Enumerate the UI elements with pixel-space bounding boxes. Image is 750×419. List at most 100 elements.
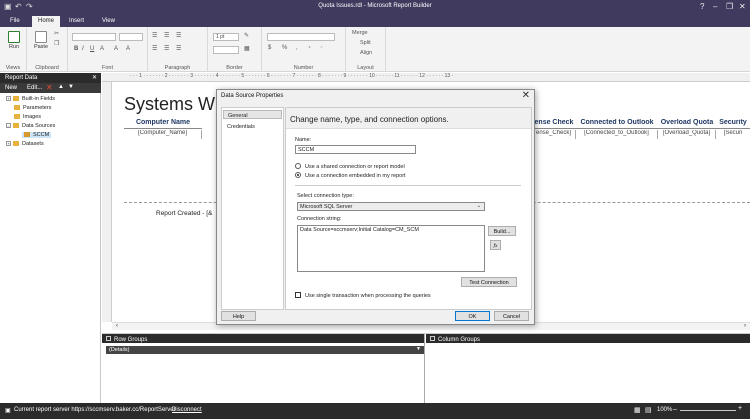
- font-color-icon[interactable]: A: [100, 46, 104, 52]
- align-center-icon[interactable]: ☰: [164, 32, 169, 39]
- tree-item-sccm[interactable]: SCCM: [22, 132, 52, 138]
- disconnect-link[interactable]: Disconnect: [172, 407, 202, 413]
- font-size-select[interactable]: [119, 33, 143, 41]
- header-computer-name[interactable]: Computer Name: [124, 119, 202, 129]
- italic-icon[interactable]: I: [82, 46, 84, 52]
- tree-item-data-sources[interactable]: – Data Sources: [6, 123, 55, 129]
- tree-item-built-in-fields[interactable]: + Built-in Fields: [6, 96, 55, 102]
- test-connection-button[interactable]: Test Connection: [461, 277, 517, 287]
- zoom-out-icon[interactable]: –: [673, 406, 677, 413]
- underline-icon[interactable]: U: [90, 46, 94, 52]
- run-label: Run: [8, 44, 20, 50]
- pen-icon[interactable]: ✎: [244, 32, 249, 39]
- help-button[interactable]: ?: [700, 2, 704, 11]
- run-icon: [8, 31, 20, 43]
- dialog-close-icon[interactable]: ✕: [522, 90, 530, 101]
- connection-string-label: Connection string:: [297, 216, 342, 222]
- chevron-down-icon[interactable]: ⌄: [477, 203, 481, 209]
- new-button[interactable]: New: [5, 85, 17, 91]
- radio-shared-connection[interactable]: Use a shared connection or report model: [295, 163, 405, 170]
- cell-security[interactable]: [Securi: [716, 130, 750, 139]
- single-transaction-checkbox[interactable]: Use single transaction when processing t…: [295, 292, 431, 299]
- delete-icon[interactable]: ✕: [46, 83, 53, 92]
- move-down-icon[interactable]: ▼: [68, 84, 74, 90]
- checkbox-icon[interactable]: [295, 292, 301, 298]
- cell-computer-name[interactable]: [Computer_Name]: [124, 130, 202, 139]
- edit-button[interactable]: Edit...: [27, 85, 42, 91]
- row-group-details[interactable]: (Details) ▼: [106, 346, 424, 354]
- close-pane-icon[interactable]: ✕: [92, 74, 97, 81]
- expand-icon[interactable]: +: [6, 141, 11, 146]
- page-view-icon[interactable]: ▦: [634, 406, 641, 414]
- comma-icon[interactable]: ,: [296, 45, 298, 51]
- maximize-button[interactable]: ❐: [726, 2, 733, 11]
- grow-font-icon[interactable]: A: [114, 46, 118, 52]
- connection-type-select[interactable]: Microsoft SQL Server ⌄: [297, 202, 485, 211]
- borders-icon[interactable]: ▦: [244, 45, 250, 52]
- align-left-icon[interactable]: ☰: [152, 32, 157, 39]
- border-style-select[interactable]: [213, 46, 239, 54]
- minimize-button[interactable]: –: [713, 2, 717, 11]
- build-button[interactable]: Build...: [488, 226, 516, 236]
- align-right-icon[interactable]: ☰: [152, 45, 157, 52]
- increase-decimal-icon[interactable]: ⁺: [308, 45, 311, 52]
- header-license-check[interactable]: ense Check: [532, 119, 576, 129]
- scroll-left-icon[interactable]: ‹: [116, 323, 118, 329]
- paste-button[interactable]: Paste: [33, 31, 49, 50]
- justify-icon[interactable]: ☰: [164, 45, 169, 52]
- copy-icon[interactable]: ❐: [54, 40, 59, 47]
- tree-item-datasets[interactable]: + Datasets: [6, 141, 44, 147]
- radio-icon[interactable]: [295, 163, 301, 169]
- scroll-right-icon[interactable]: ›: [744, 323, 746, 329]
- move-up-icon[interactable]: ▲: [58, 84, 64, 90]
- nav-credentials[interactable]: Credentials: [223, 122, 282, 131]
- dropdown-icon[interactable]: ▼: [416, 346, 421, 352]
- layout-view-icon[interactable]: ▤: [645, 406, 652, 414]
- align-button[interactable]: Align: [360, 50, 372, 56]
- zoom-slider[interactable]: [680, 410, 736, 411]
- cell-overload-quota[interactable]: [Overload_Quota]: [658, 130, 716, 139]
- nav-general[interactable]: General: [223, 110, 282, 119]
- zoom-in-icon[interactable]: +: [738, 405, 742, 412]
- data-source-icon: [24, 132, 30, 137]
- connection-string-textarea[interactable]: Data Source=sccmserv;Initial Catalog=CM_…: [297, 225, 485, 272]
- name-input[interactable]: SCCM: [295, 145, 416, 154]
- tree-item-images[interactable]: Images: [14, 114, 41, 120]
- tab-view[interactable]: View: [96, 16, 121, 27]
- cell-license-check[interactable]: ense_Check]: [532, 130, 576, 139]
- ok-button[interactable]: OK: [455, 311, 490, 321]
- radio-embedded-connection[interactable]: Use a connection embedded in my report: [295, 172, 406, 179]
- font-family-select[interactable]: [72, 33, 116, 41]
- collapse-icon[interactable]: –: [6, 123, 11, 128]
- tab-file[interactable]: File: [4, 16, 26, 27]
- shrink-font-icon[interactable]: A: [126, 46, 130, 52]
- header-connected-to-outlook[interactable]: Connected to Outlook: [576, 119, 658, 129]
- report-footer-textbox[interactable]: Report Created - [&: [156, 210, 212, 217]
- valign-icon[interactable]: ☰: [176, 45, 181, 52]
- expression-fx-button[interactable]: fx: [490, 240, 501, 250]
- radio-selected-icon[interactable]: [295, 172, 301, 178]
- bold-icon[interactable]: B: [74, 46, 78, 52]
- run-button[interactable]: Run: [6, 31, 22, 50]
- close-window-button[interactable]: ✕: [739, 2, 746, 11]
- header-overload-quota[interactable]: Overload Quota: [658, 119, 716, 129]
- tree-item-parameters[interactable]: Parameters: [14, 105, 51, 111]
- report-title-textbox[interactable]: Systems Wit: [124, 94, 224, 115]
- merge-button[interactable]: Merge: [352, 30, 368, 36]
- radio-embedded-label: Use a connection embedded in my report: [305, 173, 406, 179]
- tab-insert[interactable]: Insert: [63, 16, 90, 27]
- help-button[interactable]: Help: [221, 311, 256, 321]
- header-security[interactable]: Security: [716, 119, 750, 129]
- border-width-select[interactable]: 1 pt: [213, 33, 239, 41]
- decrease-decimal-icon[interactable]: ⁻: [320, 45, 323, 52]
- expand-icon[interactable]: +: [6, 96, 11, 101]
- split-button[interactable]: Split: [360, 40, 371, 46]
- cut-icon[interactable]: ✂: [54, 30, 59, 37]
- percent-icon[interactable]: %: [282, 45, 287, 51]
- tab-home[interactable]: Home: [32, 16, 61, 27]
- cancel-button[interactable]: Cancel: [494, 311, 529, 321]
- currency-icon[interactable]: $: [268, 45, 271, 51]
- indent-icon[interactable]: ☰: [176, 32, 181, 39]
- number-format-select[interactable]: [267, 33, 335, 41]
- cell-connected-to-outlook[interactable]: [Connected_to_Outlook]: [576, 130, 658, 139]
